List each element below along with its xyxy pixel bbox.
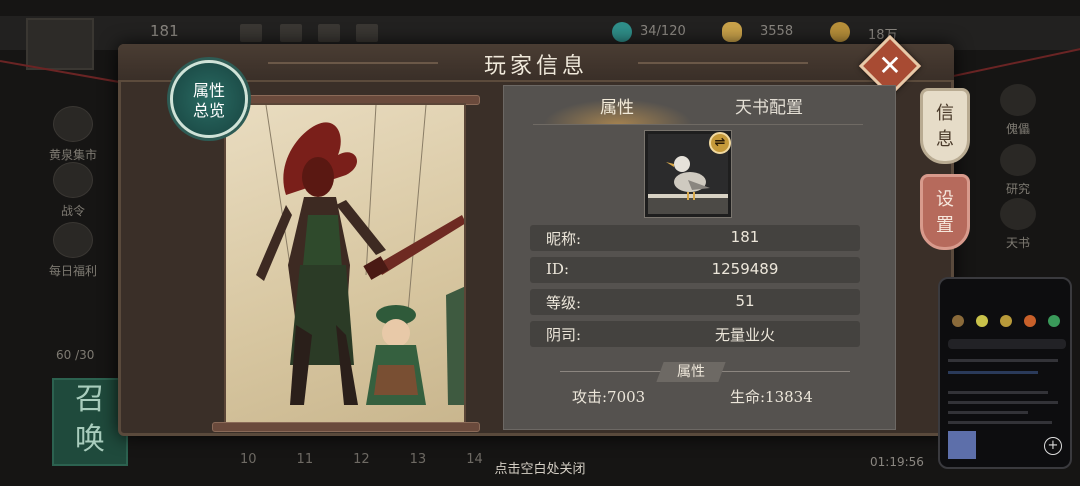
stat-hp: 生命:13834: [730, 388, 813, 406]
attribute-overview-tag[interactable]: 属性 总览: [170, 60, 248, 138]
field-level: 等级: 51: [530, 289, 860, 315]
phone-text-line: [948, 391, 1048, 394]
swap-icon[interactable]: ⇌: [709, 132, 731, 154]
field-id: ID: 1259489: [530, 257, 860, 283]
tab-attributes[interactable]: 属性: [537, 91, 697, 125]
player-level: 181: [150, 22, 179, 40]
player-avatar[interactable]: [26, 18, 94, 70]
task-icon[interactable]: [356, 24, 378, 42]
field-label: 等级:: [546, 294, 582, 312]
bag-icon[interactable]: [280, 24, 302, 42]
research-icon: [1000, 144, 1036, 176]
menu-daily-rewards[interactable]: 每日福利: [38, 222, 108, 279]
jade-count: 34/120: [640, 24, 686, 39]
phone-text-line: [948, 421, 1052, 424]
phone-search-bar[interactable]: [948, 339, 1066, 349]
phone-app-icon[interactable]: [976, 315, 988, 327]
tap-to-close-hint[interactable]: 点击空白处关闭: [0, 458, 1080, 477]
shadow-puppet-art: [256, 105, 464, 405]
menu-battlepass[interactable]: 战令: [38, 162, 108, 219]
battlepass-icon: [53, 162, 93, 198]
coin-icon: [830, 22, 850, 42]
phone-text-line: [948, 401, 1058, 404]
chart-icon[interactable]: [318, 24, 340, 42]
floating-phone-window[interactable]: +: [938, 277, 1072, 469]
menu-market[interactable]: 黄泉集市: [38, 106, 108, 163]
field-value: 181: [730, 228, 760, 246]
close-icon[interactable]: ✕: [868, 44, 912, 88]
menu-research[interactable]: 研究: [990, 144, 1046, 197]
market-icon: [53, 106, 93, 142]
field-label: ID:: [546, 260, 570, 278]
phone-app-icon[interactable]: [1048, 315, 1060, 327]
gold-ingot-icon: [722, 22, 742, 42]
divider-right: [700, 371, 850, 372]
mail-icon[interactable]: [240, 24, 262, 42]
phone-text-line: [948, 359, 1058, 362]
stamina-counter: 60 /30: [56, 348, 95, 362]
field-label: 阴司:: [546, 326, 582, 344]
gold-count: 3558: [760, 24, 794, 39]
field-value: 1259489: [711, 260, 779, 278]
stat-attack: 攻击:7003: [572, 388, 646, 406]
field-value: 51: [735, 292, 755, 310]
phone-text-line: [948, 371, 1038, 374]
field-label: 昵称:: [546, 230, 582, 248]
character-painting: [224, 103, 466, 425]
book-icon: [1000, 198, 1036, 230]
menu-book[interactable]: 天书: [990, 198, 1046, 251]
tab-divider: [533, 124, 863, 125]
tab-bar: 属性 天书配置: [503, 91, 896, 125]
phone-status-bar: [946, 285, 1068, 295]
side-tab-settings[interactable]: 设置: [920, 174, 970, 250]
menu-puppet[interactable]: 傀儡: [990, 84, 1046, 137]
summon-button[interactable]: 召唤: [52, 378, 128, 466]
field-underworld: 阴司: 无量业火: [530, 321, 860, 347]
attribute-section-label: 属性: [677, 364, 705, 380]
phone-app-icon[interactable]: [1000, 315, 1012, 327]
phone-app-icon[interactable]: [952, 315, 964, 327]
phone-thumbnail[interactable]: [948, 431, 976, 459]
puppet-icon: [1000, 84, 1036, 116]
phone-app-icon[interactable]: [1024, 315, 1036, 327]
daily-rewards-icon: [53, 222, 93, 258]
field-value: 无量业火: [714, 326, 775, 344]
phone-add-icon[interactable]: +: [1044, 437, 1062, 455]
side-tab-info[interactable]: 信息: [920, 88, 970, 164]
scroll-rod-bottom: [212, 422, 480, 432]
phone-text-line: [948, 411, 1028, 414]
dialog-title: 玩家信息: [483, 54, 588, 79]
field-nickname: 昵称: 181: [530, 225, 860, 251]
tab-book-config[interactable]: 天书配置: [689, 91, 849, 125]
jade-icon: [612, 22, 632, 42]
